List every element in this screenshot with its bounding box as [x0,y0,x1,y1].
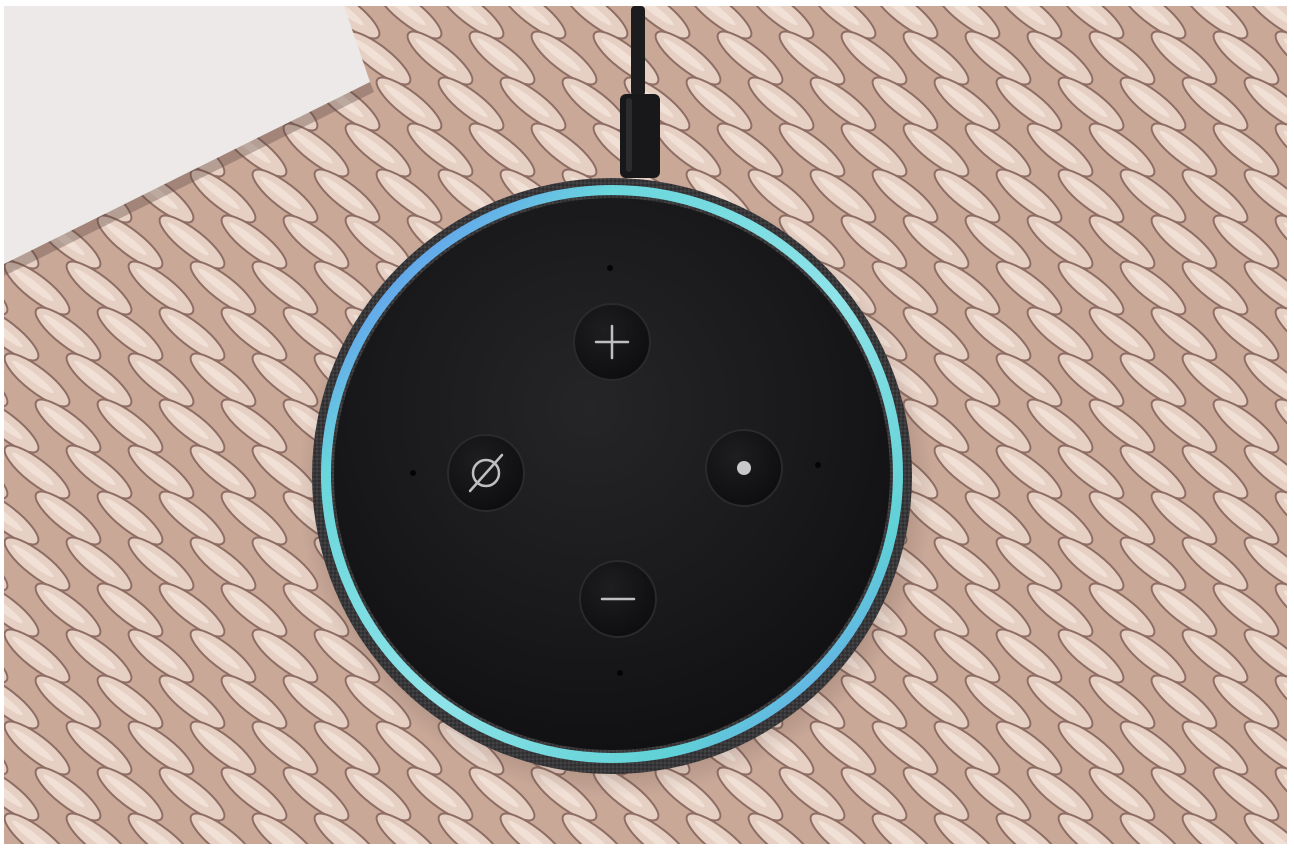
microphone-off-button[interactable] [447,434,525,512]
microphone-hole [815,462,821,468]
volume-down-button[interactable] [579,560,657,638]
microphone-hole [607,265,613,271]
photo-scene [0,0,1294,849]
smart-speaker-photo [4,6,1287,844]
action-button[interactable] [705,429,783,507]
speaker-top-plate [334,198,890,750]
volume-up-button[interactable] [573,303,651,381]
dot-icon [737,461,751,475]
microphone-hole [617,670,623,676]
microphone-hole [410,470,416,476]
photo-frame [4,6,1287,844]
cable-plug-highlight [626,98,632,172]
power-cable [631,6,645,96]
